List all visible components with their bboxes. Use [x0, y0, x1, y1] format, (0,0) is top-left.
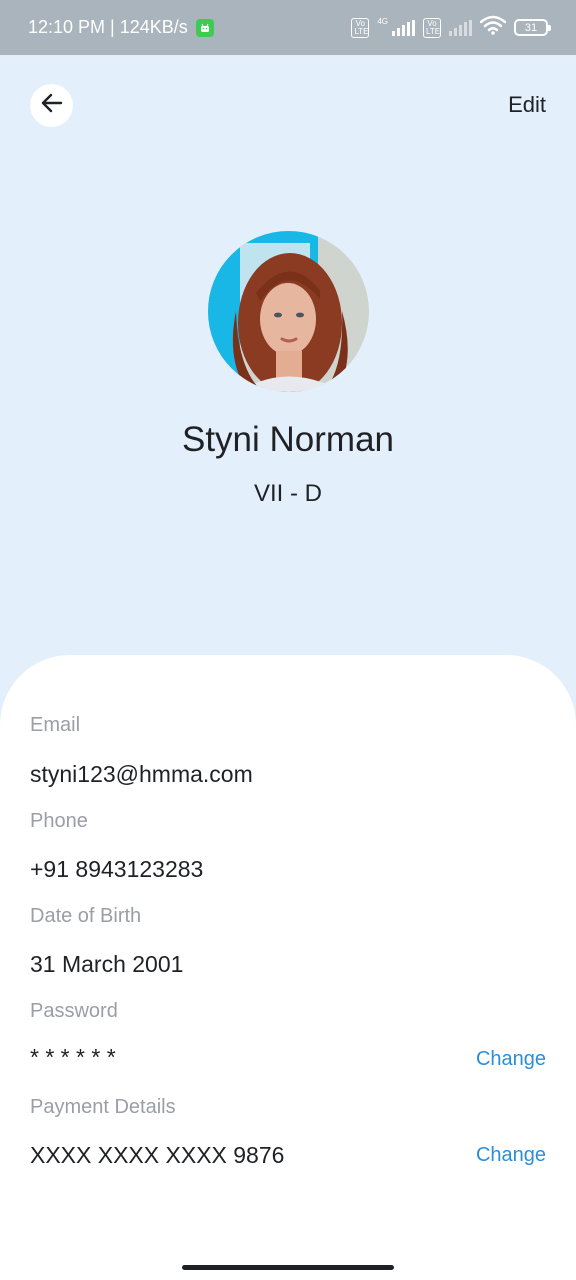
signal-strength-icon — [392, 19, 415, 36]
email-value: styni123@hmma.com — [30, 761, 253, 787]
status-left: 12:10 PM | 124KB/s — [28, 17, 214, 38]
phone-value: +91 8943123283 — [30, 856, 204, 882]
home-indicator[interactable] — [182, 1265, 394, 1270]
volte-icon-sim2: Vo LTE — [423, 17, 441, 38]
change-password-link[interactable]: Change — [476, 1048, 546, 1071]
payment-value: XXXX XXXX XXXX 9876 — [30, 1142, 285, 1168]
battery-icon: 31 — [514, 19, 551, 36]
password-label: Password — [30, 1000, 118, 1022]
arrow-left-icon — [41, 93, 63, 118]
email-label: Email — [30, 714, 81, 736]
status-right: Vo LTE 4G Vo LTE 31 — [351, 15, 551, 40]
change-payment-link[interactable]: Change — [476, 1144, 546, 1167]
profile-name: Styni Norman — [181, 420, 395, 459]
password-value: * * * * * * — [30, 1044, 116, 1070]
network-type-label: 4G — [377, 17, 388, 26]
volte-icon: Vo LTE — [351, 17, 370, 38]
phone-label: Phone — [30, 810, 88, 832]
edit-button[interactable]: Edit — [508, 92, 546, 118]
profile-avatar[interactable] — [208, 231, 369, 392]
back-button[interactable] — [30, 84, 73, 127]
profile-class-section: VII - D — [253, 480, 322, 507]
status-time-speed: 12:10 PM | 124KB/s — [28, 17, 188, 37]
signal-strength-icon-sim2 — [449, 19, 472, 36]
payment-label: Payment Details — [30, 1096, 176, 1118]
wifi-icon — [479, 15, 507, 40]
status-bar: 12:10 PM | 124KB/s Vo LTE 4G Vo LTE 31 — [0, 0, 576, 55]
dob-label: Date of Birth — [30, 905, 142, 927]
dob-value: 31 March 2001 — [30, 951, 184, 977]
android-notification-icon — [195, 18, 214, 37]
